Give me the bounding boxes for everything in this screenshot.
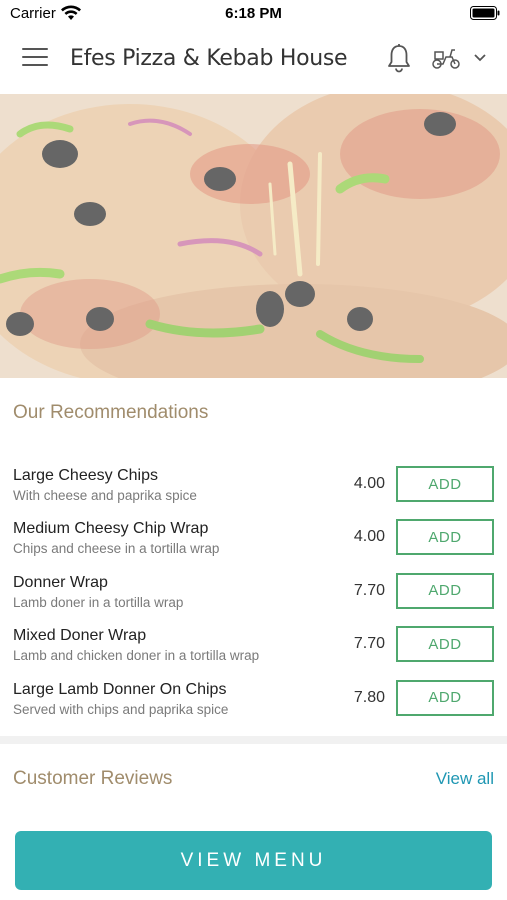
item-name: Donner Wrap [13,573,108,591]
item-description: Chips and cheese in a tortilla wrap [13,541,220,557]
scooter-icon[interactable] [431,46,461,70]
list-item: Large Cheesy Chips With cheese and papri… [0,463,507,516]
list-item: Mixed Doner Wrap Lamb and chicken doner … [0,623,507,676]
recommendations-list: Large Cheesy Chips With cheese and papri… [0,463,507,730]
hero-overlay [0,94,507,378]
list-item: Donner Wrap Lamb doner in a tortilla wra… [0,570,507,623]
bell-icon[interactable] [386,43,412,73]
item-name: Mixed Doner Wrap [13,627,147,645]
list-item: Medium Cheesy Chip Wrap Chips and cheese… [0,516,507,569]
item-price: 4.00 [353,475,385,492]
view-all-link[interactable]: View all [436,769,494,789]
add-button[interactable]: ADD [396,466,494,502]
recommendations-title: Our Recommendations [13,402,209,423]
add-button[interactable]: ADD [396,572,494,609]
page-title: Efes Pizza & Kebab House [70,46,348,71]
status-bar: Carrier 6:18 PM [0,0,507,26]
app-header: Efes Pizza & Kebab House [0,26,507,94]
chevron-down-icon[interactable] [473,53,487,63]
add-button[interactable]: ADD [396,519,494,556]
item-name: Large Lamb Donner On Chips [13,680,227,698]
item-name: Medium Cheesy Chip Wrap [13,520,209,538]
battery-icon [470,6,500,20]
item-description: With cheese and paprika spice [13,488,197,503]
item-price: 7.80 [353,688,385,706]
add-button[interactable]: ADD [396,679,494,716]
reviews-title: Customer Reviews [13,768,173,789]
item-description: Served with chips and paprika spice [13,701,229,717]
menu-icon[interactable] [22,48,48,70]
item-description: Lamb and chicken doner in a tortilla wra… [13,648,260,664]
status-time: 6:18 PM [225,5,282,22]
item-description: Lamb doner in a tortilla wrap [13,594,184,610]
item-name: Large Cheesy Chips [13,467,158,484]
list-item: Large Lamb Donner On Chips Served with c… [0,677,507,730]
item-price: 7.70 [353,581,385,599]
add-button[interactable]: ADD [396,626,494,663]
view-menu-button[interactable]: VIEW MENU [15,831,492,890]
section-divider [0,736,507,744]
item-price: 4.00 [353,528,385,546]
item-price: 7.70 [353,635,385,653]
hero-image [0,94,507,378]
